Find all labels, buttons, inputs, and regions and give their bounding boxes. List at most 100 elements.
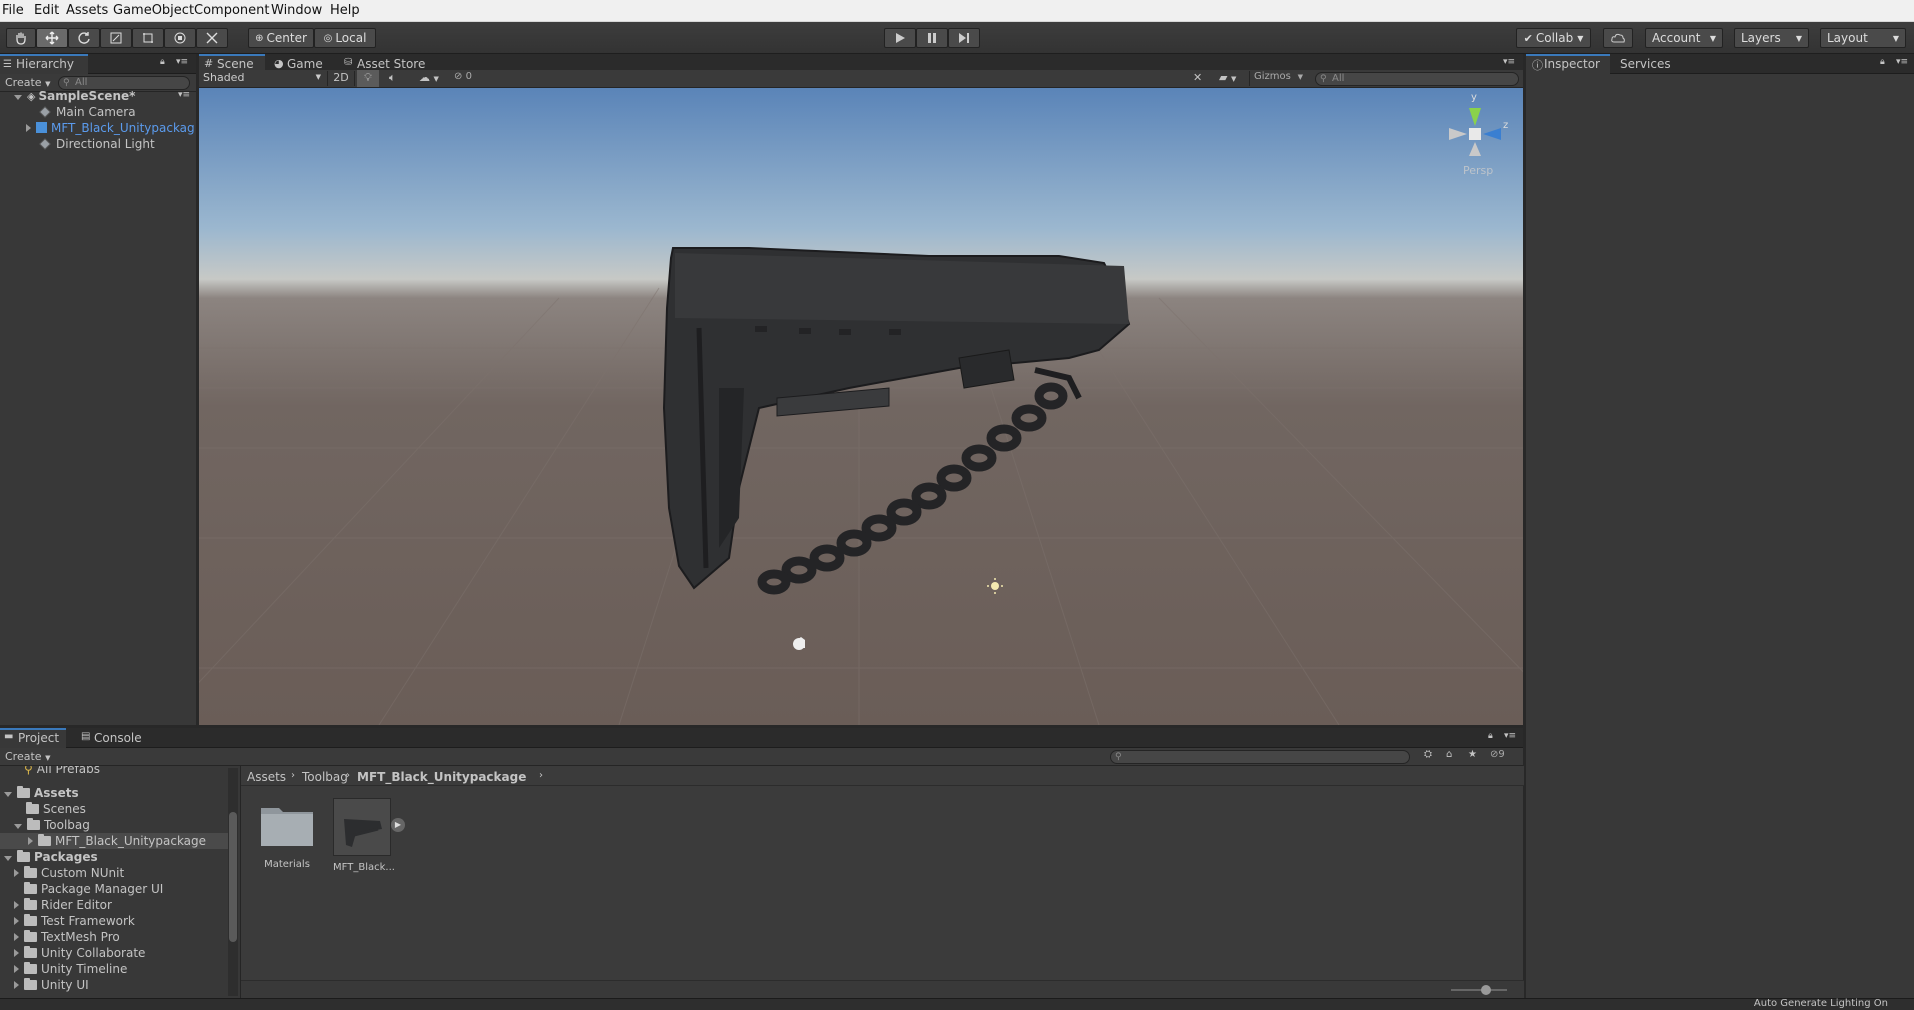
collab-dropdown[interactable]: ✔ Collab ▼ xyxy=(1516,28,1591,48)
projection-label[interactable]: Persp xyxy=(1463,164,1493,177)
orientation-gizmo[interactable]: y z Persp xyxy=(1439,92,1519,184)
lock-icon[interactable]: 🔒︎ xyxy=(160,57,165,67)
pivot-space-toggle[interactable]: ◎ Local xyxy=(314,28,376,48)
tab-hierarchy[interactable]: ☰ Hierarchy xyxy=(0,54,88,74)
expand-arrow-icon[interactable] xyxy=(4,856,12,861)
tree-scrollbar-thumb[interactable] xyxy=(229,812,237,942)
expand-arrow-icon[interactable] xyxy=(14,917,19,925)
directional-light-gizmo[interactable] xyxy=(987,578,1003,594)
create-dropdown[interactable]: Create ▼ xyxy=(5,750,50,763)
lock-icon[interactable]: 🔒︎ xyxy=(1488,731,1493,741)
lighting-toggle[interactable]: 💡︎ xyxy=(357,70,379,87)
tree-item-package[interactable]: Unity Timeline xyxy=(14,962,127,978)
tree-scrollbar[interactable] xyxy=(228,768,238,996)
menu-gameobject[interactable]: GameObject xyxy=(113,3,194,18)
layers-dropdown[interactable]: Layers ▼ xyxy=(1734,28,1809,48)
pivot-center-toggle[interactable]: ⊕ Center xyxy=(248,28,314,48)
menu-assets[interactable]: Assets xyxy=(66,3,108,18)
layout-dropdown[interactable]: Layout ▼ xyxy=(1820,28,1906,48)
expand-arrow-icon[interactable] xyxy=(14,901,19,909)
menu-file[interactable]: File xyxy=(2,3,24,18)
breadcrumb-mft[interactable]: MFT_Black_Unitypackage xyxy=(357,770,526,784)
pause-button[interactable] xyxy=(916,28,948,48)
lock-icon[interactable]: 🔒︎ xyxy=(1880,57,1885,67)
scene-search-input[interactable]: ⚲ All xyxy=(1315,72,1519,86)
breadcrumb-assets[interactable]: Assets xyxy=(247,770,286,784)
tree-item-mft[interactable]: MFT_Black_Unitypackage xyxy=(28,834,206,850)
scene-root-item[interactable]: ◈ SampleScene* xyxy=(14,89,135,105)
prefab-expand-icon[interactable]: ▶ xyxy=(391,818,405,832)
tree-item-package[interactable]: Unity Collaborate xyxy=(14,946,145,962)
scene-tools-button[interactable]: ✕ xyxy=(1193,71,1202,84)
custom-tool-button[interactable] xyxy=(196,28,228,48)
menu-edit[interactable]: Edit xyxy=(34,3,59,18)
hidden-objects-toggle[interactable]: ⊘ 0 xyxy=(454,71,472,82)
tree-item-toolbag[interactable]: Toolbag xyxy=(14,818,90,834)
hierarchy-item-directional-light[interactable]: Directional Light xyxy=(39,137,155,153)
move-tool-button[interactable] xyxy=(36,28,68,48)
expand-arrow-icon[interactable] xyxy=(14,949,19,957)
tree-item-all-prefabs[interactable]: ⚲ All Prefabs xyxy=(24,766,100,778)
hierarchy-search-input[interactable]: ⚲ All xyxy=(58,76,190,90)
tree-item-package[interactable]: Unity UI xyxy=(14,978,89,994)
asset-tile-mft-prefab[interactable]: ▶ MFT_Black... xyxy=(333,798,405,878)
breadcrumb-toolbag[interactable]: Toolbag xyxy=(302,770,348,784)
panel-menu-icon[interactable]: ▾≡ xyxy=(1503,57,1515,67)
expand-arrow-icon[interactable] xyxy=(14,981,19,989)
shading-mode-dropdown[interactable]: Shaded ▼ xyxy=(203,71,321,86)
tab-project[interactable]: ▬ Project xyxy=(0,728,66,748)
thumbnail-size-slider[interactable] xyxy=(1451,985,1507,995)
slider-knob[interactable] xyxy=(1481,985,1491,995)
camera-dropdown[interactable]: ▰ ▼ xyxy=(1219,71,1236,84)
gun-stock-model[interactable] xyxy=(662,247,1131,595)
favorite-star-icon[interactable]: ★ xyxy=(1468,749,1477,760)
expand-arrow-icon[interactable] xyxy=(14,824,22,829)
project-search-input[interactable]: ⚲ xyxy=(1110,750,1410,764)
camera-gizmo[interactable] xyxy=(793,637,805,650)
rect-tool-button[interactable] xyxy=(132,28,164,48)
menu-help[interactable]: Help xyxy=(330,3,360,18)
effects-dropdown[interactable]: ☁︎ ▼ xyxy=(419,71,439,84)
hierarchy-item-main-camera[interactable]: Main Camera xyxy=(39,105,136,121)
hierarchy-item-mft[interactable]: MFT_Black_Unitypackag xyxy=(26,121,195,137)
expand-arrow-icon[interactable] xyxy=(14,933,19,941)
play-button[interactable] xyxy=(884,28,916,48)
account-dropdown[interactable]: Account ▼ xyxy=(1645,28,1723,48)
tree-item-scenes[interactable]: Scenes xyxy=(26,802,86,818)
cloud-button[interactable] xyxy=(1603,28,1633,48)
expand-arrow-icon[interactable] xyxy=(26,124,31,132)
filter-type-icon[interactable]: ⛭ xyxy=(1424,749,1432,760)
audio-toggle[interactable]: 🔈︎ xyxy=(389,71,396,85)
scale-tool-button[interactable] xyxy=(100,28,132,48)
tree-item-package[interactable]: Package Manager UI xyxy=(24,882,163,898)
2d-toggle[interactable]: 2D xyxy=(327,71,355,86)
scene-menu-icon[interactable]: ▾≡ xyxy=(178,90,190,100)
filter-label-icon[interactable]: ⌂ xyxy=(1446,749,1452,760)
step-button[interactable] xyxy=(948,28,980,48)
tree-item-package[interactable]: Rider Editor xyxy=(14,898,112,914)
expand-arrow-icon[interactable] xyxy=(4,792,12,797)
asset-tile-materials[interactable]: Materials xyxy=(257,798,317,878)
tab-inspector[interactable]: ⓘ Inspector xyxy=(1526,54,1610,74)
scene-viewport[interactable]: y z Persp xyxy=(199,88,1523,725)
gizmos-dropdown[interactable]: Gizmos ▼ xyxy=(1249,71,1305,86)
tab-console[interactable]: ▤ Console xyxy=(76,728,148,748)
tree-item-package[interactable]: Custom NUnit xyxy=(14,866,124,882)
menu-window[interactable]: Window xyxy=(271,3,322,18)
expand-arrow-icon[interactable] xyxy=(14,965,19,973)
expand-arrow-icon[interactable] xyxy=(14,95,22,100)
tree-item-package[interactable]: Test Framework xyxy=(14,914,135,930)
tree-item-assets[interactable]: Assets xyxy=(4,786,79,802)
hidden-packages-toggle[interactable]: ⊘9 xyxy=(1490,749,1505,760)
tab-services[interactable]: Services xyxy=(1612,54,1682,74)
create-dropdown[interactable]: Create ▼ xyxy=(5,76,50,89)
hand-tool-button[interactable] xyxy=(6,28,36,48)
panel-menu-icon[interactable]: ▾≡ xyxy=(176,57,188,67)
expand-arrow-icon[interactable] xyxy=(14,869,19,877)
panel-menu-icon[interactable]: ▾≡ xyxy=(1504,731,1516,741)
expand-arrow-icon[interactable] xyxy=(28,837,33,845)
menu-component[interactable]: Component xyxy=(194,3,269,18)
transform-tool-button[interactable] xyxy=(164,28,196,48)
tree-item-packages[interactable]: Packages xyxy=(4,850,98,866)
rotate-tool-button[interactable] xyxy=(68,28,100,48)
